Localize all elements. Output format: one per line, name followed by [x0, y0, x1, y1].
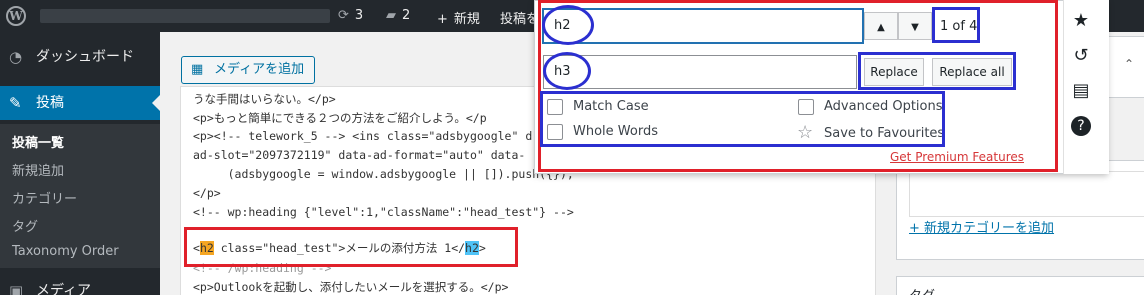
menu-dashboard-label: ダッシュボード [36, 49, 134, 65]
submenu-tags[interactable]: タグ [12, 216, 38, 235]
new-item[interactable]: + 新規 [437, 8, 480, 27]
code-line: うな手間はいらない。</p> [193, 92, 336, 106]
add-media-label: メディアを追加 [214, 62, 305, 77]
add-category-link[interactable]: + 新規カテゴリーを追加 [909, 217, 1054, 236]
code-line: <!-- wp:heading {"level":1,"className":"… [193, 205, 574, 219]
category-list[interactable] [909, 171, 1144, 217]
code-fragment: > [478, 241, 486, 255]
menu-media-label: メディア [36, 283, 92, 295]
add-media-button[interactable]: ▦ メディアを追加 [181, 56, 315, 84]
whole-words-checkbox[interactable] [547, 124, 563, 140]
code-line: </p> [193, 186, 221, 200]
comments-count: 2 [402, 8, 411, 23]
advanced-options-checkbox[interactable] [798, 99, 814, 115]
menu-posts[interactable]: ✎ 投稿 [0, 86, 160, 120]
code-line: <p>Outlookを起動し、添付したいメールを選択する。</p> [193, 280, 509, 294]
code-line: <p><!-- telework_5 --> <ins class="adsby… [193, 129, 533, 143]
posts-submenu: 投稿一覧 新規追加 カテゴリー タグ Taxonomy Order [0, 124, 160, 268]
previous-match-button[interactable]: ▲ [864, 12, 898, 40]
code-line-heading: <h2 class="head_test">メールの添付方法 1</h2> [193, 240, 486, 256]
replace-input[interactable]: h3 [543, 55, 857, 89]
refresh-icon: ⟳ [338, 8, 349, 23]
find-input[interactable]: h2 [543, 9, 863, 43]
history-icon[interactable]: ↺ [1070, 45, 1092, 67]
code-line: (adsbygoogle = window.adsbygoogle || [])… [193, 167, 574, 181]
media-icon: ▣ [9, 282, 24, 295]
screen: { "adminbar": { "wp_logo": "W", "updates… [0, 0, 1144, 295]
star-icon[interactable]: ★ [1070, 10, 1092, 32]
chevron-up-icon[interactable]: ⌃ [1124, 57, 1134, 71]
submenu-taxonomy-order[interactable]: Taxonomy Order [12, 244, 119, 259]
submenu-categories[interactable]: カテゴリー [12, 188, 77, 207]
wordpress-logo-icon[interactable]: W [6, 6, 26, 26]
code-line: <!-- /wp:heading --> [193, 261, 332, 275]
dashboard-icon: ◔ [9, 48, 23, 66]
menu-posts-label: 投稿 [36, 95, 64, 111]
search-match-current: h2 [465, 241, 479, 255]
code-fragment: class="head_test">メールの添付方法 1</ [213, 241, 466, 255]
code-line: <p>もっと簡単にできる２つの方法をご紹介しよう。</p [193, 111, 487, 125]
replace-button[interactable]: Replace [864, 58, 924, 86]
submenu-all-posts[interactable]: 投稿一覧 [12, 132, 64, 151]
chevron-up-icon: ▲ [877, 22, 885, 33]
comment-icon: ▰ [386, 8, 396, 23]
menu-dashboard[interactable]: ◔ ダッシュボード [0, 40, 160, 74]
meta-box-categories [896, 160, 1144, 260]
code-fragment: < [193, 241, 200, 255]
next-match-button[interactable]: ▼ [898, 12, 932, 40]
meta-box-tags: タグ [896, 276, 1144, 295]
updates-count: 3 [354, 8, 364, 23]
search-match-highlight: h2 [199, 241, 214, 255]
book-icon[interactable]: ▤ [1070, 80, 1092, 102]
code-line: ad-slot="2097372119" data-ad-format="aut… [193, 148, 526, 162]
whole-words-label: Whole Words [573, 124, 658, 139]
premium-features-link[interactable]: Get Premium Features [890, 150, 1024, 164]
menu-media[interactable]: ▣ メディア [0, 274, 160, 295]
updates-item[interactable]: ⟳ 3 [338, 8, 363, 23]
pin-icon: ✎ [9, 94, 22, 112]
chevron-down-icon: ▼ [911, 22, 919, 33]
plus-icon: + [437, 12, 448, 27]
new-label: 新規 [453, 12, 480, 27]
match-case-label: Match Case [573, 99, 649, 114]
match-case-checkbox[interactable] [547, 99, 563, 115]
replace-all-button[interactable]: Replace all [932, 58, 1012, 86]
submenu-add-new[interactable]: 新規追加 [12, 160, 64, 179]
comments-item[interactable]: ▰ 2 [386, 8, 410, 23]
blurred-site-title [40, 9, 330, 23]
match-count: 1 of 4 [940, 19, 978, 34]
help-icon[interactable]: ? [1071, 116, 1091, 136]
advanced-options-label: Advanced Options [824, 99, 943, 114]
tags-title: タグ [909, 285, 935, 295]
media-add-icon: ▦ [191, 62, 204, 77]
save-favourites-label[interactable]: Save to Favourites [824, 126, 944, 141]
star-outline-icon[interactable]: ☆ [797, 124, 813, 142]
admin-sidebar: ◔ ダッシュボード ✎ 投稿 投稿一覧 新規追加 カテゴリー タグ Taxonomy… [0, 32, 160, 295]
